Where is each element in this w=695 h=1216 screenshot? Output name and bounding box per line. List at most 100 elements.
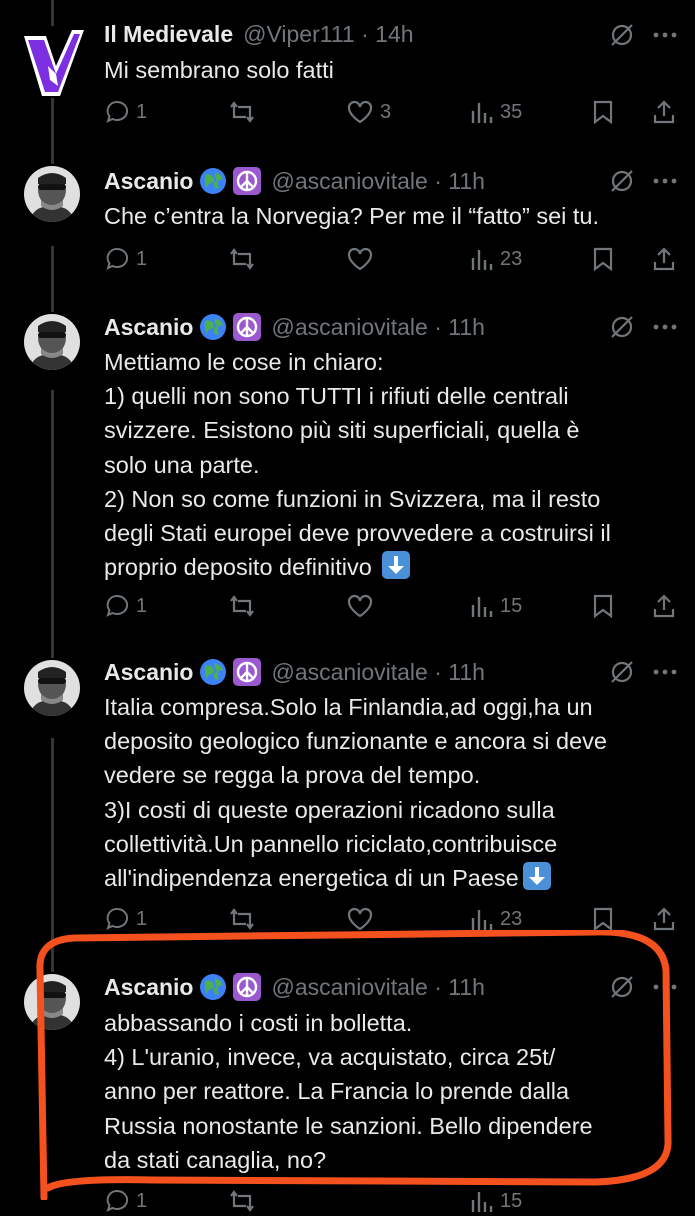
handle-time[interactable]: @ascaniovitale · 11h: [271, 168, 484, 195]
grok-icon[interactable]: [609, 22, 635, 48]
share-button[interactable]: [652, 591, 676, 621]
profile-photo[interactable]: [24, 660, 80, 716]
text-line: svizzere. Esistono più siti superficiali…: [104, 417, 580, 444]
tweet[interactable]: Il Medievale @Viper111 · 14h Mi sembrano…: [0, 0, 695, 145]
retweet-icon: [230, 101, 254, 123]
views-count: 35: [500, 100, 523, 123]
tweet-header: Ascanio @ascaniovitale · 11h: [104, 655, 485, 689]
share-icon: [653, 100, 675, 124]
share-button[interactable]: [652, 244, 676, 274]
reply-button[interactable]: 1: [104, 97, 147, 127]
down-arrow-emoji-icon: [382, 551, 411, 580]
like-count: 3: [380, 100, 392, 123]
action-bar: 1 15: [104, 591, 676, 621]
bookmark-button[interactable]: [592, 244, 614, 274]
globe-emoji-icon: [199, 313, 227, 341]
like-button[interactable]: [346, 244, 374, 274]
tweet-header: Il Medievale @Viper111 · 14h: [104, 17, 414, 51]
text-line: Italia compresa.Solo la Finlandia,ad ogg…: [104, 694, 593, 720]
heart-icon: [347, 594, 373, 618]
heart-icon: [347, 100, 373, 124]
text-line: proprio deposito definitivo: [104, 550, 674, 584]
views-count: 23: [500, 907, 523, 930]
heart-icon: [347, 907, 373, 931]
reply-count: 1: [136, 907, 148, 930]
reply-button[interactable]: 1: [104, 591, 147, 621]
handle-time[interactable]: @ascaniovitale · 11h: [271, 314, 484, 341]
reply-icon: [106, 907, 129, 930]
reply-button[interactable]: 1: [104, 244, 147, 274]
views-chart-icon: [471, 103, 493, 123]
text-line: vedere se regga la prova del tempo.: [104, 762, 481, 789]
more-options-icon[interactable]: [653, 323, 677, 331]
views-count: 23: [500, 247, 523, 270]
retweet-button[interactable]: [228, 244, 256, 274]
share-icon: [653, 594, 675, 618]
globe-emoji-icon: [199, 167, 227, 195]
viper-logo-icon[interactable]: [20, 26, 86, 98]
views-button[interactable]: 23: [470, 244, 522, 274]
share-icon: [653, 247, 675, 271]
retweet-icon: [230, 248, 254, 270]
retweet-icon: [230, 595, 254, 617]
header-icons: [609, 659, 677, 685]
bookmark-icon: [593, 247, 613, 272]
views-chart-icon: [471, 597, 493, 617]
reply-count: 1: [136, 594, 148, 617]
share-button[interactable]: [652, 97, 676, 127]
header-icons: [609, 22, 677, 48]
header-icons: [609, 168, 677, 194]
grok-icon[interactable]: [609, 168, 635, 194]
text-line: solo una parte.: [104, 451, 260, 478]
reply-count: 1: [136, 247, 148, 270]
tweet-header: Ascanio @ascaniovitale · 11h: [104, 164, 485, 198]
more-options-icon[interactable]: [653, 31, 677, 39]
text-line: degli Stati europei deve provvedere a co…: [104, 520, 611, 547]
grok-icon[interactable]: [609, 659, 635, 685]
tweet[interactable]: Ascanio @ascaniovitale · 11h Che c’entra…: [0, 160, 695, 300]
handle-time[interactable]: @Viper111 · 14h: [243, 21, 413, 48]
text-line: collettività.Un pannello riciclato,contr…: [104, 830, 558, 857]
text-line-content: proprio deposito definitivo: [104, 554, 372, 581]
tweet[interactable]: Ascanio @ascaniovitale · 11h Italia comp…: [0, 654, 695, 934]
text-line: 2) Non so come funzioni in Svizzera, ma …: [104, 485, 601, 512]
text-line: 1) quelli non sono TUTTI i rifiuti delle…: [104, 383, 569, 410]
display-name[interactable]: Ascanio: [104, 314, 193, 341]
display-name[interactable]: Ascanio: [104, 659, 193, 686]
bookmark-button[interactable]: [592, 591, 614, 621]
tweet-text: Mi sembrano solo fatti: [104, 53, 674, 87]
text-line: Mettiamo le cose in chiaro:: [104, 349, 384, 375]
like-button[interactable]: [346, 591, 374, 621]
grok-icon[interactable]: [609, 314, 635, 340]
bookmark-icon: [593, 594, 613, 619]
bookmark-icon: [593, 100, 613, 125]
more-options-icon[interactable]: [653, 177, 677, 185]
like-button[interactable]: 3: [346, 97, 391, 127]
text-line: 3)I costi di queste operazioni ricadono …: [104, 796, 555, 823]
views-button[interactable]: 15: [470, 591, 522, 621]
views-chart-icon: [471, 250, 493, 270]
action-bar: 1 23: [104, 244, 676, 274]
reply-count: 1: [136, 100, 148, 123]
retweet-button[interactable]: [228, 591, 256, 621]
views-button[interactable]: 35: [470, 97, 522, 127]
profile-photo[interactable]: [24, 314, 80, 370]
display-name[interactable]: Ascanio: [104, 168, 193, 195]
tweet[interactable]: Ascanio @ascaniovitale · 11h Mettiamo le…: [0, 308, 695, 653]
retweet-icon: [230, 908, 254, 930]
globe-emoji-icon: [199, 658, 227, 686]
heart-icon: [347, 247, 373, 271]
peace-emoji-icon: [233, 658, 262, 686]
display-name[interactable]: Il Medievale: [104, 21, 233, 48]
retweet-button[interactable]: [228, 97, 256, 127]
reply-icon: [106, 100, 129, 123]
reply-icon: [106, 247, 129, 270]
share-icon: [653, 907, 675, 931]
down-arrow-emoji-icon: [522, 862, 551, 891]
handle-time[interactable]: @ascaniovitale · 11h: [271, 659, 484, 686]
more-options-icon[interactable]: [653, 668, 677, 676]
views-chart-icon: [471, 910, 493, 930]
views-count: 15: [500, 594, 523, 617]
bookmark-button[interactable]: [592, 97, 614, 127]
profile-photo[interactable]: [24, 166, 80, 222]
